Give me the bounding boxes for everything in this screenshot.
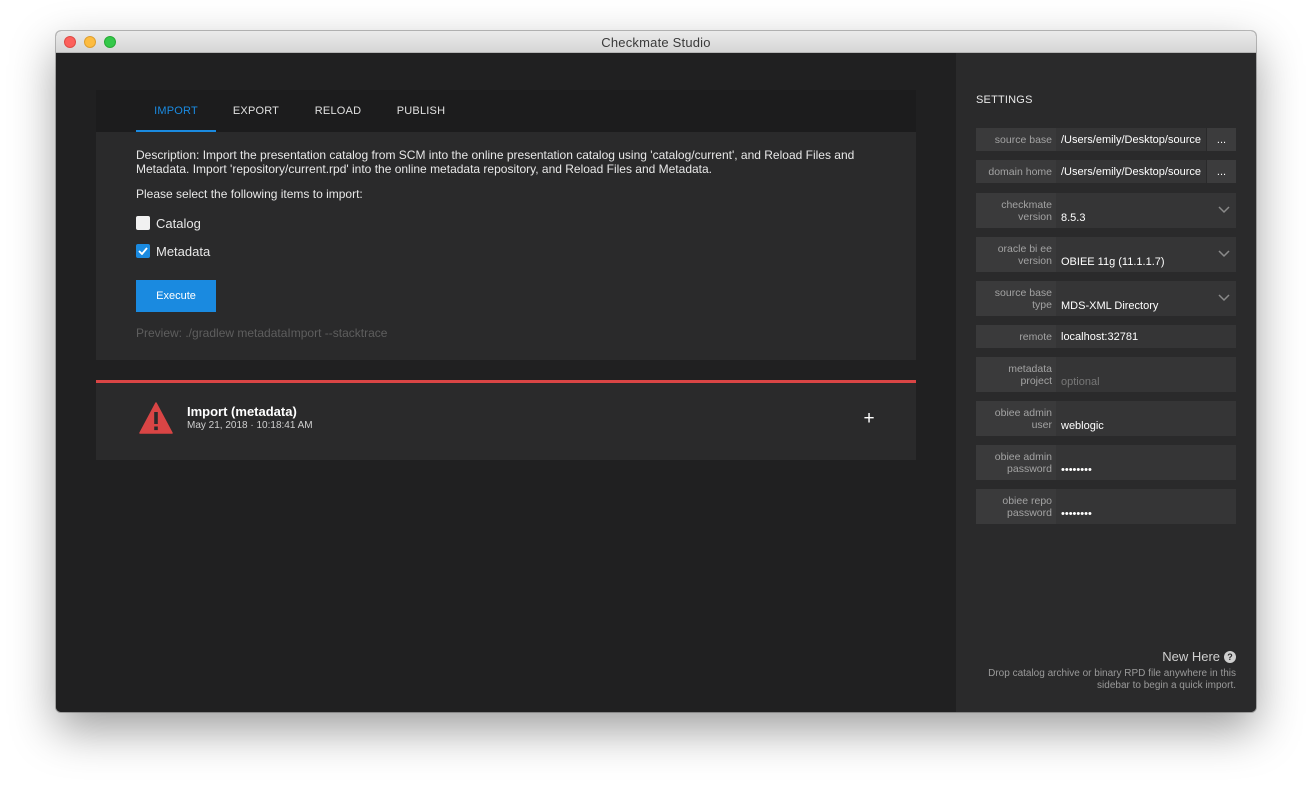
source-base-type-label: source base type [976, 281, 1056, 316]
tab-publish[interactable]: PUBLISH [381, 90, 461, 132]
domain-home-label: domain home [976, 160, 1056, 183]
remote-label: remote [976, 325, 1056, 348]
window-title: Checkmate Studio [601, 35, 711, 50]
obiee-repo-password-field: obiee repo password •••••••• [976, 489, 1236, 524]
title-bar: Checkmate Studio [56, 31, 1256, 53]
remote-input[interactable]: localhost:32781 [1061, 325, 1232, 348]
chevron-down-icon[interactable] [1218, 205, 1230, 214]
notification-title: Import (metadata) [187, 404, 297, 419]
checkmate-version-label: checkmate version [976, 193, 1056, 228]
new-here-label: New Here [1162, 649, 1220, 664]
command-preview: Preview: ./gradlew metadataImport --stac… [136, 326, 388, 340]
tab-export[interactable]: EXPORT [216, 90, 296, 132]
source-base-type-field[interactable]: source base type MDS-XML Directory [976, 281, 1236, 316]
source-base-type-select[interactable]: MDS-XML Directory [1061, 281, 1232, 316]
domain-home-input[interactable]: /Users/emily/Desktop/source [1061, 160, 1204, 183]
checkmate-version-field[interactable]: checkmate version 8.5.3 [976, 193, 1236, 228]
obiee-admin-password-field: obiee admin password •••••••• [976, 445, 1236, 480]
source-base-label: source base [976, 128, 1056, 151]
metadata-project-label: metadata project [976, 357, 1056, 392]
catalog-label: Catalog [156, 215, 201, 231]
source-base-field: source base /Users/emily/Desktop/source … [976, 128, 1236, 151]
tab-import[interactable]: IMPORT [136, 90, 216, 132]
metadata-option[interactable]: Metadata [136, 243, 210, 259]
obiee-admin-password-label: obiee admin password [976, 445, 1056, 480]
oracle-bi-ee-version-label: oracle bi ee version [976, 237, 1056, 272]
tab-reload[interactable]: RELOAD [298, 90, 378, 132]
obiee-admin-user-label: obiee admin user [976, 401, 1056, 436]
remote-field: remote localhost:32781 [976, 325, 1236, 348]
drop-hint-text: Drop catalog archive or binary RPD file … [988, 668, 1236, 691]
source-base-input[interactable]: /Users/emily/Desktop/source [1061, 128, 1204, 151]
tab-bar: IMPORT EXPORT RELOAD PUBLISH [96, 90, 916, 132]
select-items-label: Please select the following items to imp… [136, 187, 363, 201]
new-here-help[interactable]: New Here ? [1162, 649, 1236, 664]
obiee-admin-user-input[interactable]: weblogic [1061, 401, 1232, 436]
settings-title: SETTINGS [976, 94, 1033, 106]
import-notification: Import (metadata) May 21, 2018 · 10:18:4… [96, 380, 916, 460]
metadata-checkbox[interactable] [136, 244, 150, 258]
notification-timestamp: May 21, 2018 · 10:18:41 AM [187, 420, 313, 431]
domain-home-browse-button[interactable]: ... [1206, 160, 1236, 183]
settings-sidebar: SETTINGS source base /Users/emily/Deskto… [956, 53, 1256, 712]
chevron-down-icon[interactable] [1218, 293, 1230, 302]
obiee-repo-password-input[interactable]: •••••••• [1061, 489, 1232, 524]
source-base-browse-button[interactable]: ... [1206, 128, 1236, 151]
metadata-project-field: metadata project optional [976, 357, 1236, 392]
metadata-project-input[interactable]: optional [1061, 357, 1232, 392]
warning-icon [139, 402, 173, 434]
catalog-option[interactable]: Catalog [136, 215, 201, 231]
obiee-admin-user-field: obiee admin user weblogic [976, 401, 1236, 436]
domain-home-field: domain home /Users/emily/Desktop/source … [976, 160, 1236, 183]
chevron-down-icon[interactable] [1218, 249, 1230, 258]
checkmark-icon [138, 247, 148, 255]
oracle-bi-ee-version-field[interactable]: oracle bi ee version OBIEE 11g (11.1.1.7… [976, 237, 1236, 272]
question-icon[interactable]: ? [1224, 650, 1236, 663]
main-content: IMPORT EXPORT RELOAD PUBLISH Description… [56, 53, 956, 712]
execute-button[interactable]: Execute [136, 280, 216, 312]
import-panel: IMPORT EXPORT RELOAD PUBLISH Description… [96, 90, 916, 360]
metadata-label: Metadata [156, 243, 211, 259]
obiee-admin-password-input[interactable]: •••••••• [1061, 445, 1232, 480]
obiee-repo-password-label: obiee repo password [976, 489, 1056, 524]
oracle-bi-ee-version-select[interactable]: OBIEE 11g (11.1.1.7) [1061, 237, 1232, 272]
checkmate-version-select[interactable]: 8.5.3 [1061, 193, 1232, 228]
expand-plus-icon[interactable]: + [861, 409, 877, 429]
catalog-checkbox[interactable] [136, 216, 150, 230]
import-description: Description: Import the presentation cat… [136, 148, 855, 176]
app-window: Checkmate Studio IMPORT EXPORT RELOAD PU… [56, 31, 1256, 712]
